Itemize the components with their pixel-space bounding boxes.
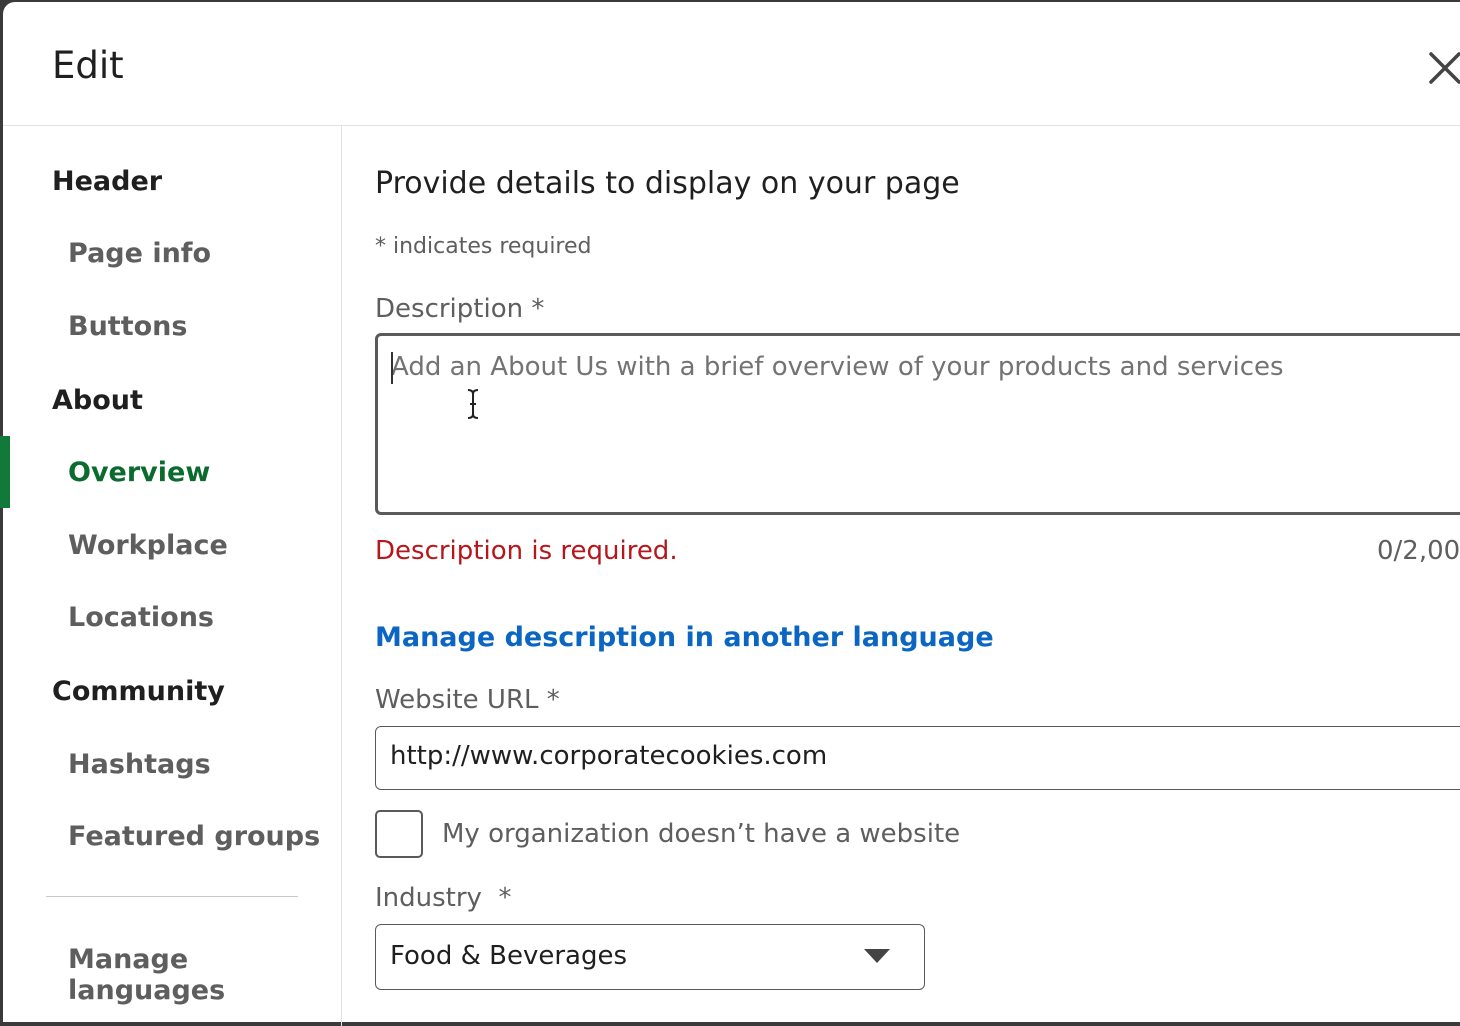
description-error: Description is required. xyxy=(375,536,678,566)
sidebar-item-page-info[interactable]: Page info xyxy=(68,238,211,269)
nav-section-header: Header xyxy=(52,166,163,197)
sidebar-item-locations[interactable]: Locations xyxy=(68,602,214,633)
close-icon xyxy=(1429,52,1460,84)
section-heading: Provide details to display on your page xyxy=(375,166,960,201)
industry-label: Industry * xyxy=(375,883,512,913)
active-nav-indicator xyxy=(0,436,10,508)
edit-modal: Edit Header Page info Buttons About Over… xyxy=(0,2,1460,1026)
modal-header: Edit xyxy=(3,2,1460,126)
close-button[interactable] xyxy=(1423,46,1460,90)
industry-selected-value: Food & Beverages xyxy=(390,941,628,971)
sidebar-item-hashtags[interactable]: Hashtags xyxy=(68,749,211,780)
sidebar-item-buttons[interactable]: Buttons xyxy=(68,311,187,342)
required-note: * indicates required xyxy=(375,234,592,259)
website-url-value: http://www.corporatecookies.com xyxy=(390,741,828,771)
modal-title: Edit xyxy=(52,44,124,87)
nav-section-about: About xyxy=(52,385,143,416)
character-counter: 0/2,00 xyxy=(1377,536,1460,566)
text-caret xyxy=(391,352,393,384)
no-website-checkbox[interactable] xyxy=(375,810,423,858)
sidebar-item-overview[interactable]: Overview xyxy=(68,457,210,488)
description-textarea[interactable]: Add an About Us with a brief overview of… xyxy=(375,333,1460,515)
sidebar-item-featured-groups[interactable]: Featured groups xyxy=(68,821,320,852)
sidebar-item-manage-languages[interactable]: Manage languages xyxy=(68,944,341,1006)
nav-section-community: Community xyxy=(52,676,225,707)
manage-language-link[interactable]: Manage description in another language xyxy=(375,622,994,653)
website-url-input[interactable]: http://www.corporatecookies.com xyxy=(375,726,1460,790)
sidebar-nav: Header Page info Buttons About Overview … xyxy=(0,126,342,1026)
no-website-checkbox-label[interactable]: My organization doesn’t have a website xyxy=(442,819,960,849)
content-panel: Provide details to display on your page … xyxy=(375,126,1460,1026)
description-label: Description * xyxy=(375,294,545,324)
text-cursor-icon xyxy=(467,389,479,419)
caret-down-icon xyxy=(864,949,890,963)
industry-select[interactable]: Food & Beverages xyxy=(375,924,925,990)
sidebar-divider xyxy=(46,896,298,897)
website-url-label: Website URL * xyxy=(375,685,560,715)
sidebar-item-workplace[interactable]: Workplace xyxy=(68,530,228,561)
description-placeholder: Add an About Us with a brief overview of… xyxy=(391,352,1284,382)
